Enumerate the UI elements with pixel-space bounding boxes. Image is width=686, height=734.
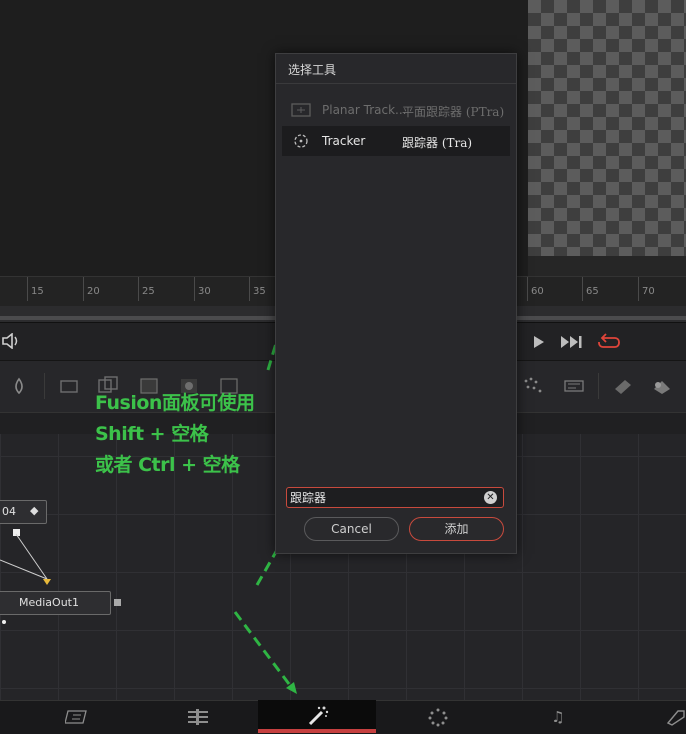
annotation-line: Shift + 空格 [95,423,209,445]
cancel-button[interactable]: Cancel [304,517,399,541]
tool-search-box[interactable]: ✕ [286,487,504,508]
active-page-indicator [258,729,376,733]
add-button[interactable]: 添加 [409,517,504,541]
dialog-title: 选择工具 [288,63,337,77]
tracker-icon [294,134,308,148]
tool-name-zh: 平面跟踪器 (PTra) [402,105,505,119]
tool-list-item-planar-tracker[interactable]: Planar Track... 平面跟踪器 (PTra) [282,95,510,125]
cut-page-icon[interactable] [64,707,89,727]
color-page-icon[interactable] [426,707,450,727]
fusion-page-icon [308,706,329,726]
annotation-line: Fusion面板可使用 [95,392,255,414]
fairlight-page-icon[interactable]: ♫ [546,707,570,727]
dialog-separator [276,83,516,84]
clear-search-icon[interactable]: ✕ [484,491,497,504]
tool-search-input[interactable] [290,489,470,505]
tool-name: Tracker [322,134,366,148]
tool-list-item-tracker[interactable]: Tracker 跟踪器 (Tra) [282,126,510,156]
annotation-text: Fusion面板可使用 Shift + 空格 或者 Ctrl + 空格 [95,388,280,481]
edit-page-icon[interactable] [186,707,210,727]
planar-tracker-icon [291,103,311,117]
tool-name-zh: 跟踪器 (Tra) [402,136,473,150]
select-tool-dialog: 选择工具 Planar Track... 平面跟踪器 (PTra) Tracke… [275,53,517,554]
annotation-line: 或者 Ctrl + 空格 [95,454,240,476]
tool-name: Planar Track... [322,103,407,117]
deliver-page-icon[interactable] [664,707,686,727]
